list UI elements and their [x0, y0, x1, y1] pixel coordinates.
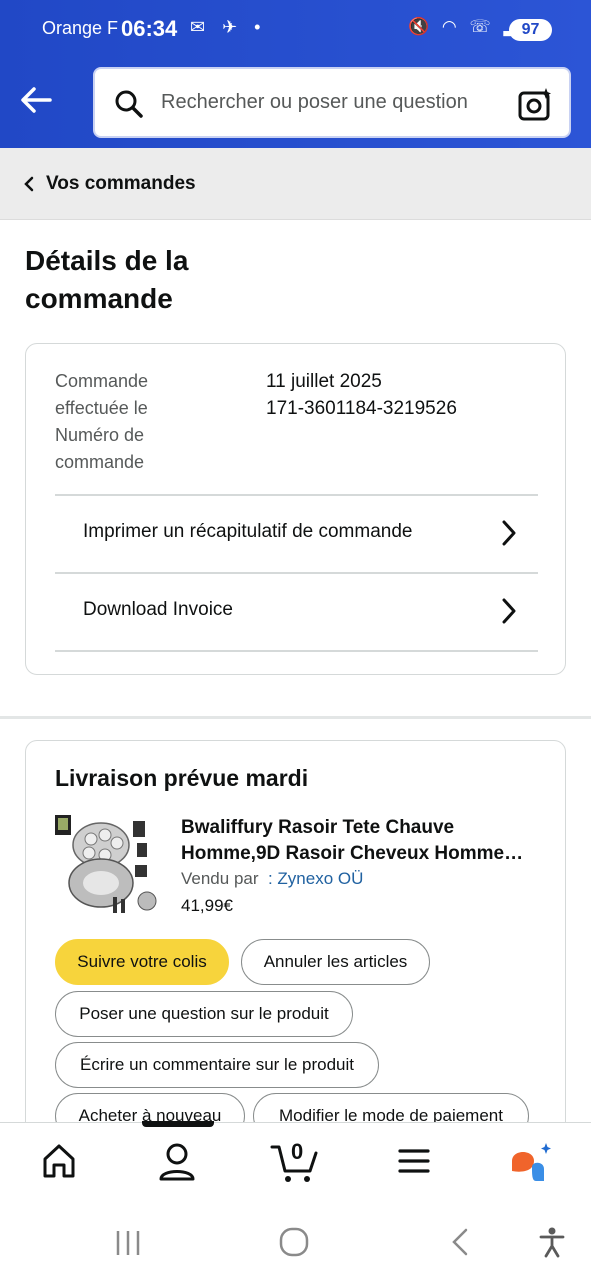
bottom-navigation: 0 [0, 1121, 591, 1206]
chevron-right-icon [502, 520, 516, 546]
app-header: Orange F 06:34 ✉︎ ✈ • 🔇 ◠ ☏ ▂▄ 97 Recher… [0, 0, 591, 148]
back-button[interactable] [14, 78, 58, 122]
system-navigation-bar [0, 1206, 591, 1280]
download-invoice-label: Download Invoice [83, 599, 233, 620]
ask-question-button[interactable]: Poser une question sur le produit [55, 991, 353, 1037]
home-icon[interactable] [40, 1141, 78, 1181]
order-date-label-line2: effectuée le [55, 398, 148, 418]
order-number: 171-3601184-3219526 [266, 398, 457, 419]
product-title-line2: Homme,9D Rasoir Cheveux Homme… [181, 843, 524, 864]
order-number-label-line1: Numéro de [55, 425, 145, 445]
page-title: Détails de la commande [25, 245, 189, 314]
product-title-line1: Bwaliffury Rasoir Tete Chauve [181, 817, 455, 838]
order-date-label-line1: Commande [55, 371, 149, 391]
home-system-icon[interactable] [278, 1226, 310, 1258]
clock: 06:34 [121, 16, 178, 41]
search-input[interactable]: Rechercher ou poser une question [161, 91, 468, 114]
back-system-icon[interactable] [448, 1226, 472, 1258]
cart-count: 0 [291, 1139, 304, 1164]
status-bar: Orange F 06:34 ✉︎ ✈ • 🔇 ◠ ☏ ▂▄ 97 [0, 0, 591, 60]
seller-link[interactable]: : Zynexo OÜ [268, 869, 363, 888]
product-image[interactable] [53, 813, 157, 917]
track-package-button[interactable]: Suivre votre colis [55, 939, 229, 985]
order-info-card: Commande effectuée le Numéro de commande… [25, 343, 566, 675]
notification-icons: ✉︎ ✈ • [190, 17, 267, 37]
write-review-button[interactable]: Écrire un commentaire sur le produit [55, 1042, 379, 1088]
product-title[interactable]: Bwaliffury Rasoir Tete Chauve Homme,9D R… [181, 815, 541, 867]
cancel-items-button[interactable]: Annuler les articles [241, 939, 430, 985]
carrier-name: Orange F [42, 18, 119, 38]
search-bar[interactable]: Rechercher ou poser une question [93, 67, 571, 138]
active-tab-indicator [142, 1121, 214, 1127]
order-number-label-line2: commande [55, 452, 145, 472]
delivery-card: Livraison prévue mardi Bwaliffury Rasoir… [25, 740, 566, 1170]
order-info-values: 11 juillet 2025 171-3601184-3219526 [266, 368, 457, 422]
delivery-heading: Livraison prévue mardi [55, 765, 309, 791]
print-summary-label: Imprimer un récapitulatif de commande [83, 521, 413, 542]
order-date: 11 juillet 2025 [266, 371, 382, 392]
recent-apps-icon[interactable] [114, 1228, 142, 1258]
order-info-labels: Commande effectuée le Numéro de commande [55, 368, 185, 476]
breadcrumb[interactable]: Vos commandes [0, 148, 591, 220]
accessibility-icon[interactable] [538, 1226, 566, 1258]
camera-search-icon[interactable] [517, 86, 553, 122]
divider [55, 650, 538, 652]
menu-icon[interactable] [397, 1141, 431, 1181]
download-invoice-link[interactable]: Download Invoice [55, 574, 538, 650]
arrow-left-icon [21, 87, 52, 113]
product-price: 41,99€ [181, 896, 233, 915]
seller-info: Vendu par : Zynexo OÜ [181, 869, 363, 889]
search-icon [115, 90, 143, 118]
print-summary-link[interactable]: Imprimer un récapitulatif de commande [55, 496, 538, 572]
seller-prefix: Vendu par [181, 869, 259, 888]
chevron-left-icon [24, 176, 34, 192]
breadcrumb-link[interactable]: Vos commandes [46, 173, 196, 195]
battery-indicator: 97 [509, 19, 552, 41]
section-separator [0, 716, 591, 719]
chevron-right-icon [502, 598, 516, 624]
rufus-assistant-icon[interactable] [508, 1141, 556, 1185]
account-icon[interactable] [156, 1141, 198, 1183]
